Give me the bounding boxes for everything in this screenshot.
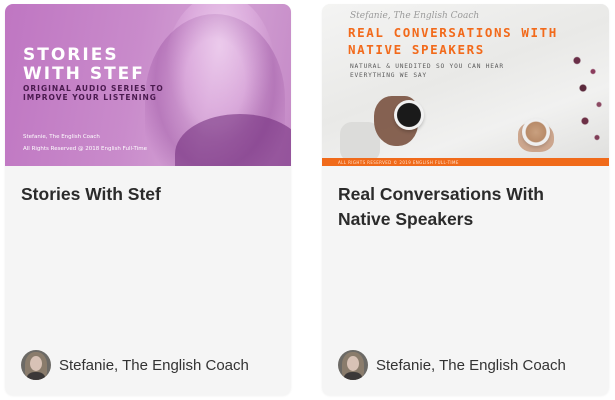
thumbnail-heading: REAL CONVERSATIONS WITH NATIVE SPEAKERS — [348, 24, 558, 58]
course-title[interactable]: Real Conversations With Native Speakers — [338, 182, 593, 232]
thumbnail-heading: STORIES WITH STEF — [23, 46, 145, 84]
thumbnail-heading-line: WITH STEF — [23, 64, 145, 84]
thumbnail-tagline: NATURAL & UNEDITED SO YOU CAN HEAR EVERY… — [350, 62, 504, 80]
thumbnail-subheading-line: IMPROVE YOUR LISTENING — [23, 93, 157, 102]
thumbnail-footer-bar: ALL RIGHTS RESERVED © 2019 ENGLISH FULL-… — [322, 158, 609, 166]
author-name: Stefanie, The English Coach — [376, 356, 566, 374]
thumbnail-heading-line: REAL CONVERSATIONS WITH — [348, 25, 558, 40]
course-thumbnail[interactable]: STORIES WITH STEF ORIGINAL AUDIO SERIES … — [5, 4, 291, 166]
thumbnail-footer-text: ALL RIGHTS RESERVED © 2019 ENGLISH FULL-… — [338, 160, 459, 165]
thumbnail-photo-flowers — [569, 44, 609, 154]
author-avatar — [21, 350, 51, 380]
thumbnail-script-text: Stefanie, The English Coach — [350, 11, 480, 21]
coffee-cup-dark — [394, 100, 424, 130]
thumbnail-tagline-line: EVERYTHING WE SAY — [350, 72, 427, 79]
avatar-body — [344, 372, 362, 380]
thumbnail-rights: All Rights Reserved @ 2018 English Full-… — [23, 146, 147, 152]
avatar-body — [27, 372, 45, 380]
thumbnail-subheading: ORIGINAL AUDIO SERIES TO IMPROVE YOUR LI… — [23, 84, 164, 102]
avatar-face — [30, 356, 42, 371]
author-avatar — [338, 350, 368, 380]
course-title[interactable]: Stories With Stef — [21, 182, 275, 207]
course-author[interactable]: Stefanie, The English Coach — [21, 350, 249, 380]
course-thumbnail[interactable]: Stefanie, The English Coach REAL CONVERS… — [322, 4, 609, 166]
course-card-stories-with-stef[interactable]: STORIES WITH STEF ORIGINAL AUDIO SERIES … — [5, 4, 291, 395]
author-name: Stefanie, The English Coach — [59, 356, 249, 374]
avatar-face — [347, 356, 359, 371]
thumbnail-subheading-line: ORIGINAL AUDIO SERIES TO — [23, 84, 164, 93]
thumbnail-heading-line: STORIES — [23, 45, 119, 65]
course-author[interactable]: Stefanie, The English Coach — [338, 350, 566, 380]
thumbnail-heading-line: NATIVE SPEAKERS — [348, 42, 485, 57]
coffee-cup-light — [522, 118, 550, 146]
thumbnail-credit: Stefanie, The English Coach — [23, 134, 100, 140]
thumbnail-tagline-line: NATURAL & UNEDITED SO YOU CAN HEAR — [350, 63, 504, 70]
course-card-real-conversations[interactable]: Stefanie, The English Coach REAL CONVERS… — [322, 4, 609, 395]
